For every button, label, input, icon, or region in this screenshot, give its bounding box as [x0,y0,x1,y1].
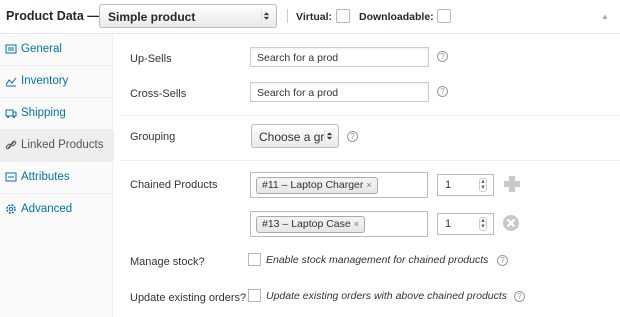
shipping-icon [5,109,17,118]
tab-shipping-label: Shipping [21,107,66,119]
manage-stock-label: Manage stock? [130,256,205,268]
product-data-tabs: General Inventory Shipping Linked Produc… [0,34,114,317]
remove-token-icon[interactable]: × [354,219,359,229]
product-type-value: Simple product [108,10,196,24]
virtual-label: Virtual: [296,11,332,23]
collapse-arrow-icon[interactable]: ▲ [601,12,609,21]
manage-stock-checkbox[interactable] [248,253,261,266]
remove-chained-product-icon[interactable] [502,214,520,232]
chained-product-select[interactable]: #11 – Laptop Charger × [250,172,428,198]
remove-token-icon[interactable]: × [366,180,371,190]
tab-inventory-label: Inventory [21,75,69,87]
chained-product-token: #11 – Laptop Charger × [256,177,378,194]
tab-advanced-label: Advanced [21,203,73,215]
grouping-help-icon[interactable]: ? [347,131,358,142]
tab-linked-products-label: Linked Products [21,139,104,151]
qty-spinner-icon[interactable]: ▴ ▾ [479,217,487,231]
tab-general-label: General [21,43,62,55]
inventory-icon [5,77,17,87]
update-orders-checkbox[interactable] [248,289,261,302]
downloadable-checkbox[interactable] [437,9,451,23]
tab-inventory[interactable]: Inventory [0,66,113,98]
chained-product-name: #13 – Laptop Case [262,218,351,230]
crosssells-placeholder: Search for a prod [257,87,339,99]
product-data-header: Product Data — Simple product Virtual: D… [0,0,620,34]
tab-general[interactable]: General [0,34,113,66]
chained-qty-input[interactable]: 1 ▴ ▾ [437,174,494,196]
grouping-value: Choose a gr [259,130,325,144]
section-divider [120,115,620,116]
grouping-label: Grouping [130,131,176,143]
virtual-checkbox[interactable] [336,9,350,23]
general-icon [5,44,17,54]
upsells-label: Up-Sells [130,53,172,65]
product-type-select[interactable]: Simple product [99,4,277,28]
tab-shipping[interactable]: Shipping [0,98,113,130]
update-orders-label: Update existing orders? [130,292,247,304]
update-orders-text: Update existing orders with above chaine… [266,290,508,302]
attributes-icon [5,172,17,182]
upsells-input[interactable]: Search for a prod [250,47,429,67]
qty-spinner-icon[interactable]: ▴ ▾ [479,178,487,192]
select-arrows-icon [261,10,270,22]
select-arrows-icon [324,130,333,142]
chained-product-token: #13 – Laptop Case × [256,216,366,233]
add-chained-product-icon[interactable] [503,175,521,193]
crosssells-label: Cross-Sells [130,88,187,100]
chained-qty-input[interactable]: 1 ▴ ▾ [437,213,494,235]
tab-attributes[interactable]: Attributes [0,162,113,194]
upsells-placeholder: Search for a prod [257,52,339,64]
chained-qty-value: 1 [445,179,452,191]
tab-attributes-label: Attributes [21,171,70,183]
gear-icon [6,204,16,214]
chained-product-select[interactable]: #13 – Laptop Case × [250,211,428,237]
chained-product-name: #11 – Laptop Charger [262,179,364,191]
downloadable-label: Downloadable: [359,11,434,23]
update-orders-help-icon[interactable]: ? [514,291,525,302]
upsells-help-icon[interactable]: ? [437,51,448,62]
manage-stock-text: Enable stock management for chained prod… [266,254,489,266]
product-data-title: Product Data — [6,9,100,23]
link-icon [5,140,17,150]
chained-qty-value: 1 [445,218,452,230]
crosssells-help-icon[interactable]: ? [437,86,448,97]
tab-advanced[interactable]: Advanced [0,194,113,226]
chained-products-label: Chained Products [130,179,218,191]
manage-stock-help-icon[interactable]: ? [497,255,508,266]
crosssells-input[interactable]: Search for a prod [250,82,429,102]
section-divider [120,160,620,161]
tab-linked-products[interactable]: Linked Products [0,130,114,162]
header-separator [287,9,288,23]
grouping-select[interactable]: Choose a gr [251,124,339,148]
